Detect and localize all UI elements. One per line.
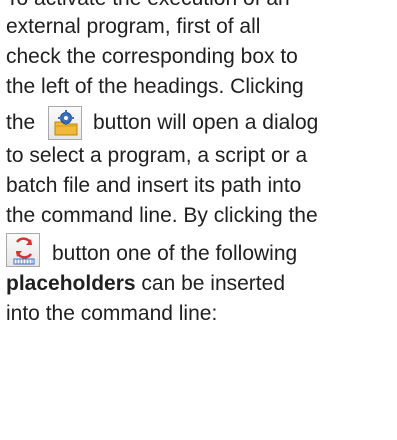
text-line: the — [6, 111, 36, 134]
text-line: check the corresponding box to — [6, 45, 298, 68]
text-line: button will open a dialog — [93, 111, 319, 134]
program-select-button-image — [48, 106, 82, 140]
text-line: external program, first of all — [6, 15, 261, 38]
text-fragment: can be inserted — [135, 272, 285, 295]
text-line: into the command line: — [6, 302, 218, 325]
folder-gear-icon — [54, 110, 78, 136]
text-line: To activate the execution of an — [6, 0, 290, 12]
placeholder-button-image — [6, 233, 40, 267]
text-line: the left of the headings. Clicking — [6, 75, 304, 98]
placeholder-insert-icon — [13, 237, 35, 265]
text-line: button one of the following — [52, 242, 298, 265]
placeholders-term: placeholders — [6, 272, 136, 295]
text-line: the command line. By clicking the — [6, 204, 318, 227]
text-line: placeholders can be inserted — [6, 271, 285, 297]
text-line: batch file and insert its path into — [6, 174, 302, 197]
text-line: to select a program, a script or a — [6, 144, 308, 167]
